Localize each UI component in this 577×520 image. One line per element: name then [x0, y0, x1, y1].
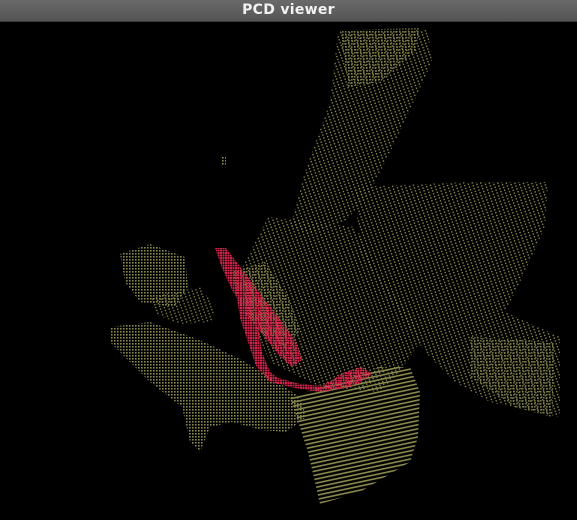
point-cloud-viewport[interactable] — [0, 22, 577, 520]
stray-points — [222, 156, 226, 166]
right-cabinet-front — [470, 337, 555, 417]
window-title: PCD viewer — [242, 2, 335, 18]
window-titlebar[interactable]: PCD viewer — [0, 0, 577, 22]
scene-points — [110, 28, 560, 504]
point-cloud-canvas[interactable] — [0, 22, 577, 520]
